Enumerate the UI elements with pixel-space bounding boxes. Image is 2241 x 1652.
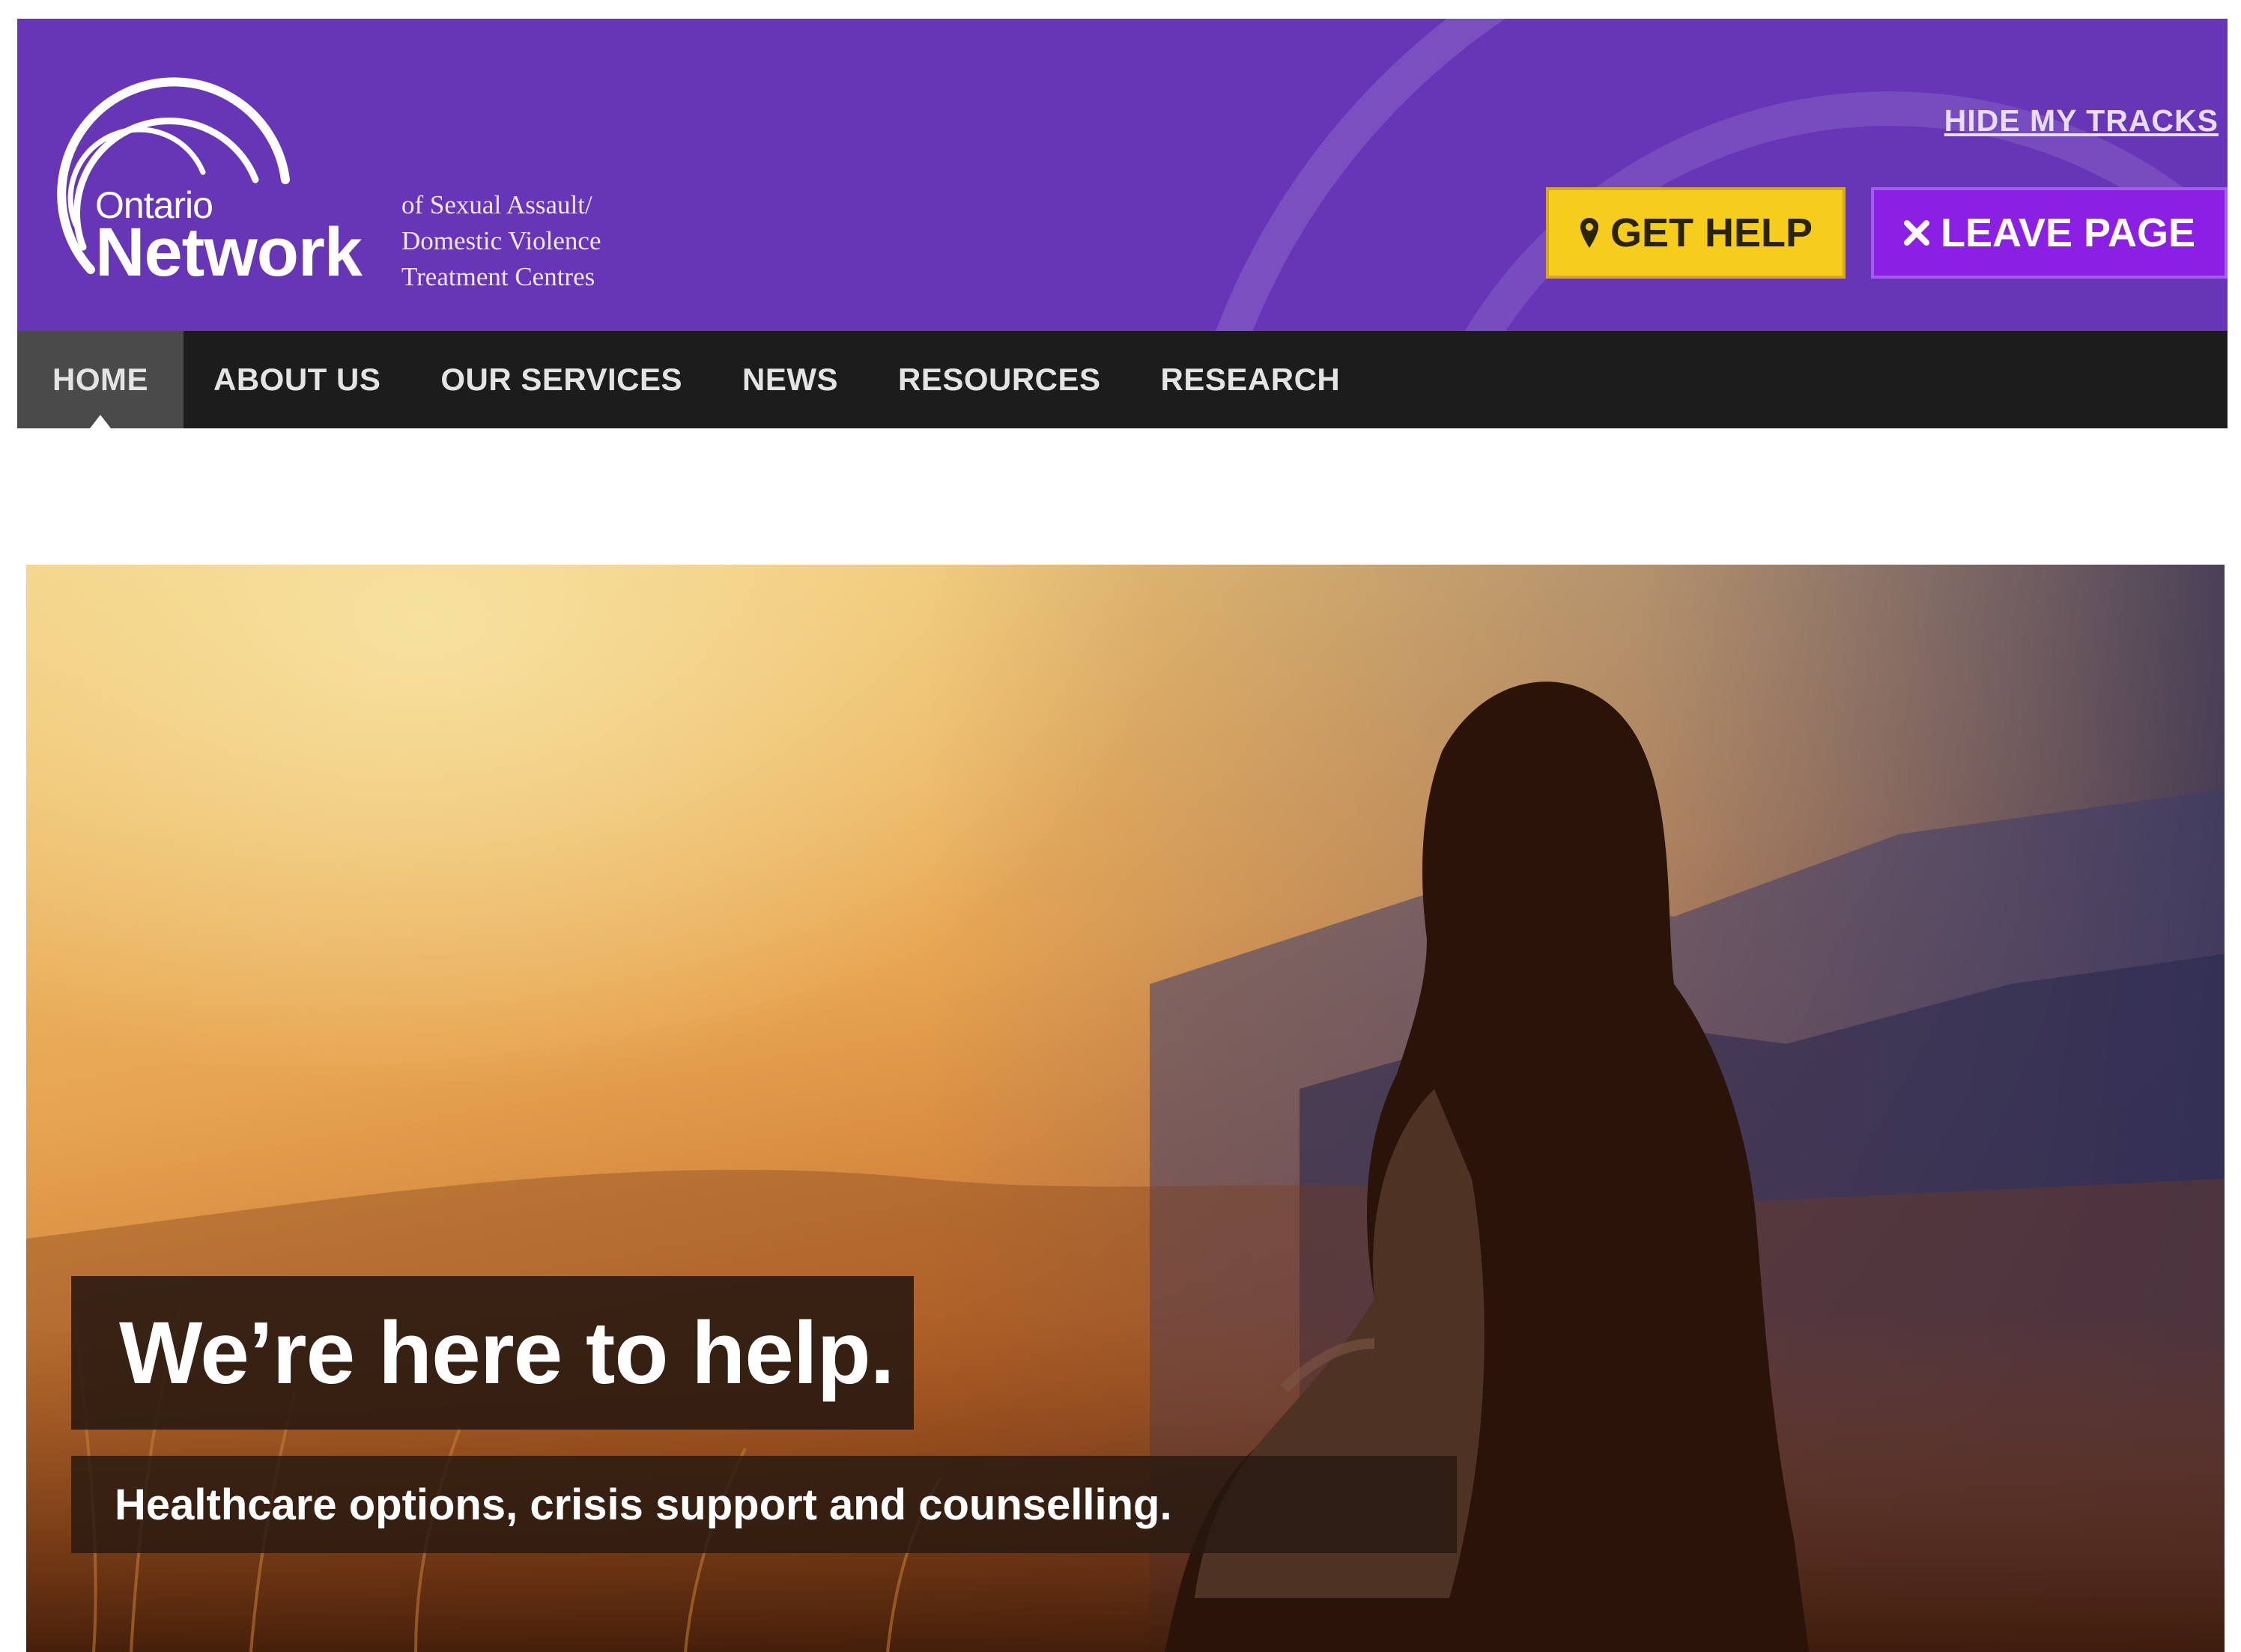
logo-tagline-line: Domestic Violence (401, 226, 601, 255)
hero-subtitle: Healthcare options, crisis support and c… (71, 1456, 1457, 1553)
nav-item-our-services[interactable]: OUR SERVICES (410, 331, 712, 428)
hide-my-tracks-link[interactable]: HIDE MY TRACKS (1944, 103, 2219, 139)
logo-tagline-line: Treatment Centres (401, 262, 595, 291)
map-marker-icon (1579, 216, 1600, 249)
get-help-button[interactable]: GET HELP (1546, 187, 1846, 279)
nav-item-home[interactable]: HOME (17, 331, 184, 428)
nav-item-research[interactable]: RESEARCH (1131, 331, 1371, 428)
hero-title: We’re here to help. (71, 1276, 914, 1430)
get-help-label: GET HELP (1610, 210, 1813, 255)
nav-item-news[interactable]: NEWS (712, 331, 868, 428)
leave-page-label: LEAVE PAGE (1940, 210, 2196, 255)
nav-item-about-us[interactable]: ABOUT US (184, 331, 410, 428)
logo-word-network: Network (95, 214, 363, 291)
close-icon (1903, 219, 1930, 246)
leave-page-button[interactable]: LEAVE PAGE (1871, 187, 2228, 279)
main-nav: HOME ABOUT US OUR SERVICES NEWS RESOURCE… (17, 331, 2228, 428)
nav-item-resources[interactable]: RESOURCES (868, 331, 1131, 428)
logo-tagline-line: of Sexual Assault/ (401, 190, 592, 219)
site-logo[interactable]: Ontario Network of Sexual Assault/ Domes… (31, 45, 660, 300)
hero-banner: We’re here to help. Healthcare options, … (26, 565, 2225, 1652)
logo-tagline: of Sexual Assault/ Domestic Violence Tre… (401, 187, 656, 295)
site-header: Ontario Network of Sexual Assault/ Domes… (17, 19, 2228, 331)
